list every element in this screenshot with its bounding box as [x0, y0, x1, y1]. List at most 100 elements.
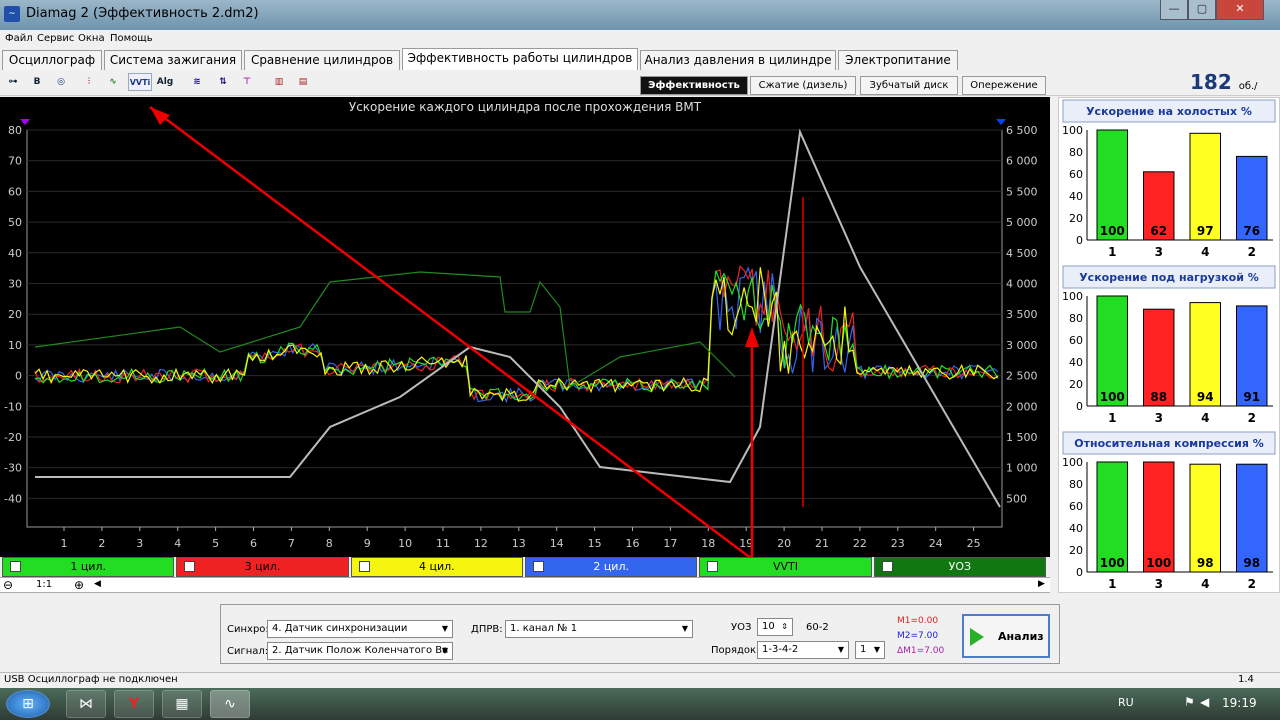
subtab-compression[interactable]: Сжатие (дизель)	[750, 76, 856, 95]
y-right-tick-label: 5 500	[1006, 185, 1038, 198]
vvti-icon[interactable]: VVTi	[128, 73, 152, 91]
x-tick-label: 24	[929, 537, 943, 550]
taskbar: ⊞ ⋈ Y ▦ ∿ RU ⚑ ◀ 19:19	[0, 688, 1280, 720]
rpm-icon[interactable]: ◎	[52, 73, 70, 91]
bar-y-tick-label: 60	[1069, 168, 1083, 181]
bar-y-tick-label: 60	[1069, 500, 1083, 513]
subtab-advance[interactable]: Опережение	[962, 76, 1046, 95]
bar-y-tick-label: 20	[1069, 212, 1083, 225]
bar-category-label: 4	[1201, 245, 1209, 259]
order-label: Порядок	[711, 645, 757, 656]
bar-value-label: 100	[1146, 556, 1171, 570]
legend-label: 1 цил.	[70, 560, 106, 573]
order-start-select[interactable]: 1 ▼	[855, 641, 885, 659]
subtab-efficiency[interactable]: Эффективность	[640, 76, 748, 95]
y-left-tick-label: -30	[4, 462, 22, 475]
bar-category-label: 3	[1155, 411, 1163, 425]
checkbox[interactable]	[358, 561, 370, 572]
tab-oscilloscope[interactable]: Осциллограф	[2, 50, 102, 70]
x-tick-label: 18	[701, 537, 715, 550]
taskbar-browser-icon[interactable]: Y	[114, 690, 154, 718]
start-button[interactable]: ⊞	[6, 690, 50, 718]
language-indicator[interactable]: RU	[1118, 696, 1134, 709]
menu-help[interactable]: Помощь	[110, 33, 153, 44]
zoom-out-button[interactable]: ⊖	[3, 578, 13, 592]
signal-select[interactable]: 2. Датчик Полож Коленчатого Ва ▼	[267, 642, 453, 660]
scale-icon[interactable]: ⊶	[4, 73, 22, 91]
menu-service[interactable]: Сервис	[37, 33, 74, 44]
dprv-select[interactable]: 1. канал № 1 ▼	[505, 620, 693, 638]
uoz-spinner[interactable]: 10 ⇕	[757, 618, 793, 636]
taskbar-app-1-icon[interactable]: ⋈	[66, 690, 106, 718]
legend-item-4[interactable]: 2 цил.	[525, 557, 698, 577]
x-tick-label: 12	[474, 537, 488, 550]
menu-file[interactable]: Файл	[5, 33, 33, 44]
spread-icon[interactable]: ≋	[188, 73, 206, 91]
bars-icon[interactable]: ▥	[270, 73, 288, 91]
checkbox[interactable]	[881, 561, 893, 572]
rpm-value: 182	[1190, 70, 1232, 94]
y-left-tick-label: -20	[4, 431, 22, 444]
status-version: 1.4	[1238, 674, 1254, 685]
checkbox[interactable]	[533, 561, 544, 572]
y-left-tick-label: 50	[8, 216, 22, 229]
right-marker-icon[interactable]	[996, 119, 1006, 125]
subtab-toothed-disk[interactable]: Зубчатый диск	[860, 76, 958, 95]
chevron-down-icon: ▼	[873, 645, 880, 654]
volume-icon[interactable]: ◀	[1200, 695, 1209, 709]
acceleration-chart[interactable]: 80 70 60 50 40 30 20 10 0 -10 -20 -30 -40 6 500 6 000 5…	[0, 97, 1050, 560]
bold-b-icon[interactable]: B	[28, 73, 46, 91]
checkbox[interactable]	[184, 561, 196, 572]
tab-power[interactable]: Электропитание	[838, 50, 958, 70]
order-select[interactable]: 1-3-4-2 ▼	[757, 641, 849, 659]
y-right-tick-label: 6 500	[1006, 124, 1038, 137]
analyze-button[interactable]: Анализ	[962, 614, 1050, 658]
zoom-in-button[interactable]: ⊕	[74, 578, 84, 592]
chart-icon[interactable]: ▤	[294, 73, 312, 91]
legend-item-3[interactable]: 4 цил.	[350, 557, 523, 577]
tray-flag-icon[interactable]: ⚑	[1184, 695, 1195, 709]
marker-icon[interactable]: ⫶	[80, 73, 98, 91]
y-right-tick-label: 1 500	[1006, 431, 1038, 444]
signal-label: Сигнал:	[227, 646, 269, 657]
close-button[interactable]: ✕	[1216, 0, 1264, 20]
taskbar-diamag-icon[interactable]: ∿	[210, 690, 250, 718]
legend-item-5[interactable]: VVTI	[699, 557, 872, 577]
bar-y-tick-label: 20	[1069, 378, 1083, 391]
y-right-tick-label: 6 000	[1006, 155, 1038, 168]
checkbox[interactable]	[10, 561, 21, 572]
bar-y-tick-label: 60	[1069, 334, 1083, 347]
alg-icon[interactable]: Alg	[156, 73, 174, 91]
tab-efficiency[interactable]: Эффективность работы цилиндров	[402, 48, 638, 70]
legend-item-1[interactable]: 1 цил.	[2, 557, 175, 577]
menu-windows[interactable]: Окна	[78, 33, 105, 44]
minimize-button[interactable]: —	[1160, 0, 1188, 20]
app-icon: ~	[4, 6, 20, 22]
tab-cylinder-compare[interactable]: Сравнение цилиндров	[244, 50, 400, 70]
scroll-right-button[interactable]: ▶	[1038, 579, 1045, 589]
legend-item-6[interactable]: УОЗ	[873, 557, 1046, 577]
checkbox[interactable]	[707, 561, 719, 572]
y-left-tick-label: 80	[8, 124, 22, 137]
analyze-label: Анализ	[998, 630, 1044, 643]
bar-y-tick-label: 100	[1062, 290, 1083, 303]
scroll-left-button[interactable]: ◀	[94, 579, 101, 589]
bar-y-tick-label: 0	[1076, 400, 1083, 413]
y-left-tick-label: 70	[8, 155, 22, 168]
legend-label: УОЗ	[948, 560, 972, 573]
legend-item-2[interactable]: 3 цил.	[176, 557, 349, 577]
sync-select[interactable]: 4. Датчик синхронизации ▼	[267, 620, 453, 638]
chevron-down-icon: ▼	[441, 624, 448, 633]
bar-y-tick-label: 0	[1076, 234, 1083, 247]
tab-ignition[interactable]: Система зажигания	[104, 50, 242, 70]
bar-value-label: 100	[1100, 224, 1125, 238]
filter-icon[interactable]: ⊤	[238, 73, 256, 91]
window-title: Diamag 2 (Эффективность 2.dm2)	[26, 6, 259, 21]
tab-pressure[interactable]: Анализ давления в цилиндре	[640, 50, 836, 70]
clock[interactable]: 19:19	[1222, 696, 1257, 710]
maximize-button[interactable]: ▢	[1188, 0, 1216, 20]
curve-icon[interactable]: ∿	[104, 73, 122, 91]
taskbar-archive-icon[interactable]: ▦	[162, 690, 202, 718]
bar-y-tick-label: 40	[1069, 190, 1083, 203]
order-icon[interactable]: ⇅	[214, 73, 232, 91]
